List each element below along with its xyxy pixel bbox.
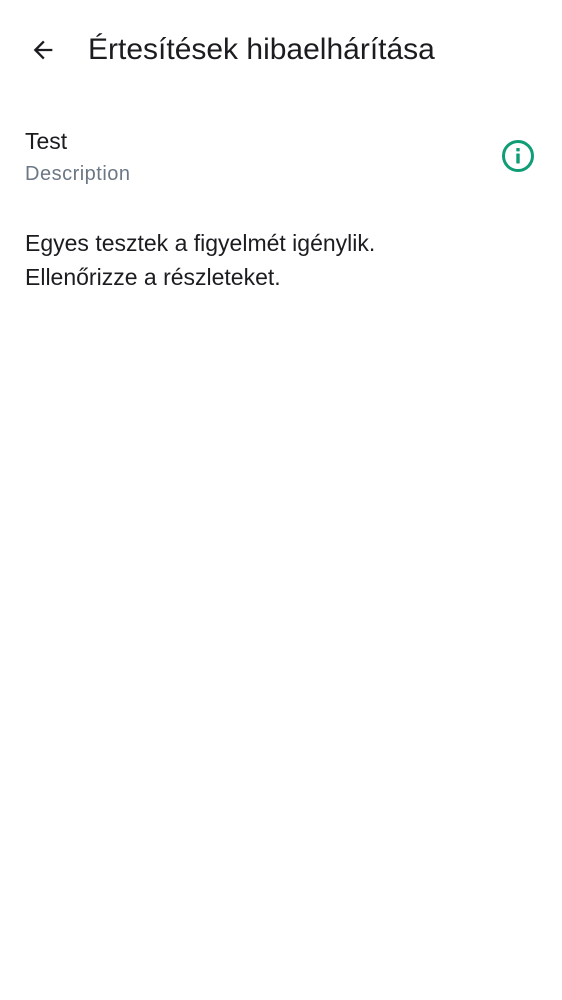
back-button[interactable] — [21, 28, 65, 72]
test-name: Test — [25, 128, 68, 154]
attention-message: Egyes tesztek a figyelmét igénylik. Elle… — [25, 226, 545, 294]
troubleshoot-screen: Értesítések hibaelhárítása Test Descript… — [0, 0, 562, 1000]
attention-message-line-2: Ellenőrizze a részleteket. — [25, 264, 281, 290]
test-item[interactable]: Test Description — [0, 118, 562, 194]
top-app-bar: Értesítések hibaelhárítása — [0, 0, 562, 100]
test-description: Description — [25, 163, 131, 185]
info-icon[interactable] — [498, 136, 538, 176]
attention-message-line-1: Egyes tesztek a figyelmét igénylik. — [25, 230, 376, 256]
arrow-left-icon — [33, 40, 53, 60]
info-icon-graphic — [502, 140, 534, 172]
page-title: Értesítések hibaelhárítása — [88, 33, 435, 66]
